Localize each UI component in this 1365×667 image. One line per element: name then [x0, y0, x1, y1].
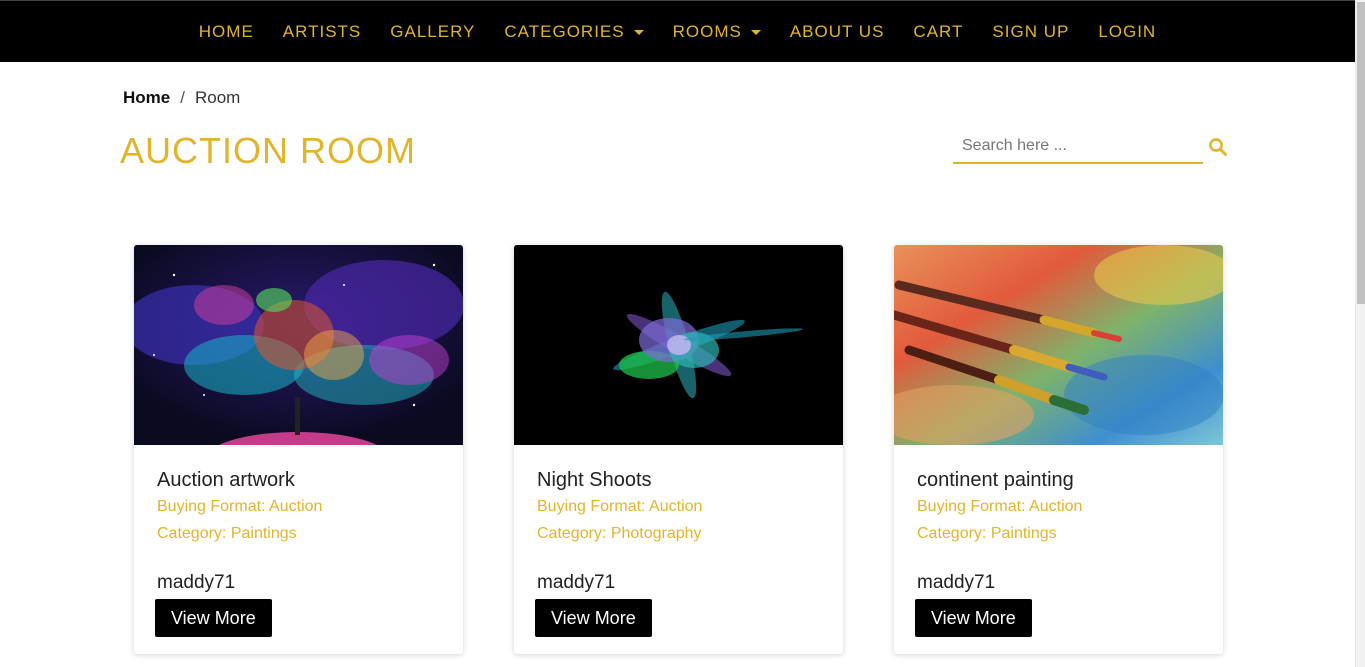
page-title: AUCTION ROOM [120, 130, 416, 171]
search-input[interactable] [953, 130, 1203, 162]
paint-brushes-image[interactable] [894, 245, 1223, 445]
nav-sign-up[interactable]: SIGN UP [992, 22, 1069, 42]
scrollbar-thumb[interactable] [1357, 2, 1365, 304]
card-username: maddy71 [917, 572, 996, 593]
card-title[interactable]: Auction artwork [157, 469, 295, 492]
breadcrumb: Home / Room [123, 88, 240, 108]
nav-gallery-label: GALLERY [390, 22, 476, 41]
nav-artists-label: ARTISTS [282, 22, 362, 41]
nav-cart[interactable]: CART [913, 22, 963, 42]
card-username: maddy71 [537, 572, 616, 593]
card-buying-format: Buying Format: Auction [917, 498, 1083, 515]
artwork-card: continent painting Buying Format: Auctio… [894, 245, 1223, 654]
card-title[interactable]: Night Shoots [537, 469, 652, 492]
nav-rooms-dropdown[interactable]: ROOMS [673, 22, 761, 42]
nav-about-label: ABOUT US [789, 22, 885, 41]
nav-cart-label: CART [913, 22, 964, 41]
nav-menu: HOME ARTISTS GALLERY CATEGORIES ROOMS AB… [0, 1, 1355, 63]
page-scrollbar[interactable] [1355, 0, 1365, 667]
nav-login-label: LOGIN [1098, 22, 1157, 41]
breadcrumb-home-link[interactable]: Home [123, 88, 170, 108]
caret-down-icon [750, 29, 761, 35]
search-box [953, 130, 1203, 164]
card-title[interactable]: continent painting [917, 469, 1074, 492]
cosmic-nebula-image[interactable] [134, 245, 463, 445]
card-buying-format: Buying Format: Auction [537, 498, 703, 515]
nav-home-label: HOME [198, 22, 254, 41]
nav-signup-label: SIGN UP [992, 22, 1070, 41]
view-more-button[interactable]: View More [915, 599, 1032, 637]
view-more-button[interactable]: View More [155, 599, 272, 637]
artwork-card: Night Shoots Buying Format: Auction Cate… [514, 245, 843, 654]
card-buying-format: Buying Format: Auction [157, 498, 323, 515]
nav-login[interactable]: LOGIN [1098, 22, 1156, 42]
nav-home[interactable]: HOME [199, 22, 254, 42]
nav-rooms-label: ROOMS [672, 22, 742, 41]
artwork-card: Auction artwork Buying Format: Auction C… [134, 245, 463, 654]
caret-down-icon [633, 29, 644, 35]
breadcrumb-current: Room [194, 88, 241, 107]
nav-categories-label: CATEGORIES [504, 22, 625, 41]
nav-gallery[interactable]: GALLERY [390, 22, 475, 42]
color-powder-explosion-image[interactable] [514, 245, 843, 445]
nav-artists[interactable]: ARTISTS [283, 22, 361, 42]
search-icon[interactable] [1208, 137, 1228, 157]
nav-categories-dropdown[interactable]: CATEGORIES [504, 22, 644, 42]
card-category: Category: Paintings [917, 525, 1057, 542]
breadcrumb-separator: / [180, 88, 185, 107]
card-category: Category: Paintings [157, 525, 297, 542]
view-more-button[interactable]: View More [535, 599, 652, 637]
top-navbar: HOME ARTISTS GALLERY CATEGORIES ROOMS AB… [0, 0, 1355, 62]
card-category: Category: Photography [537, 525, 702, 542]
nav-about-us[interactable]: ABOUT US [790, 22, 885, 42]
card-username: maddy71 [157, 572, 236, 593]
